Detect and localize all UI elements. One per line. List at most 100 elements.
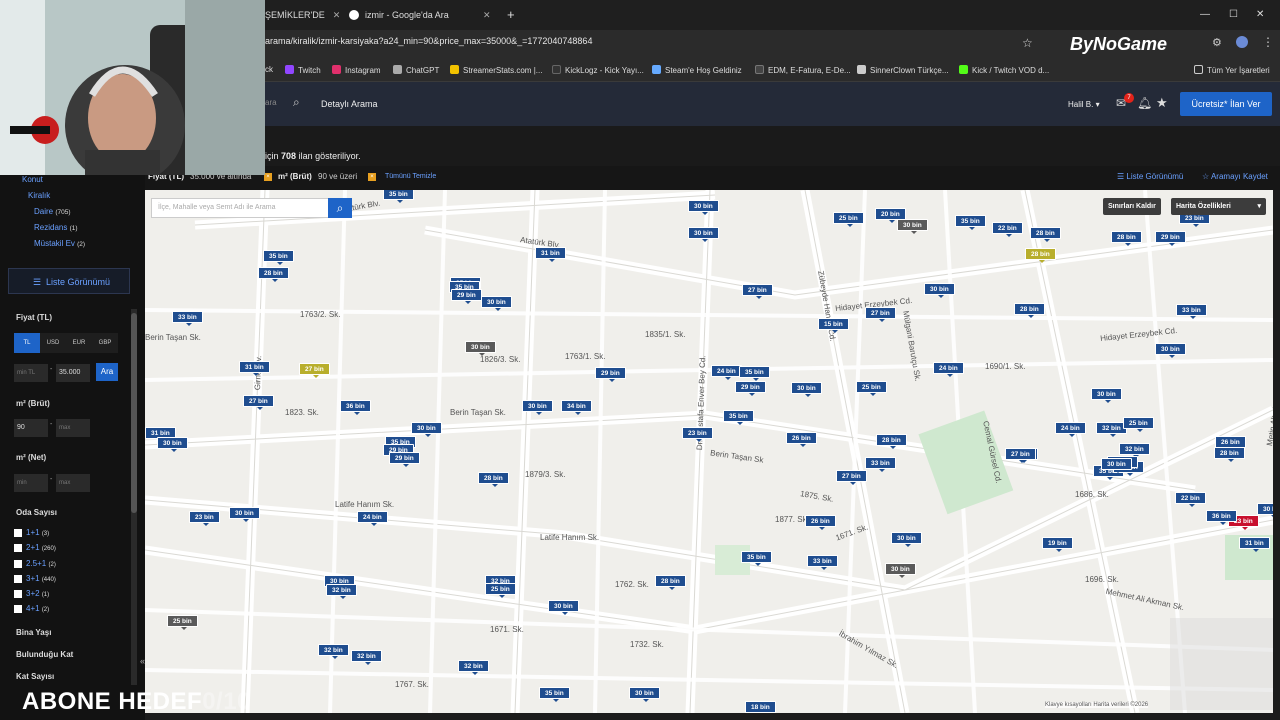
close-icon[interactable]: ✕: [333, 10, 341, 20]
listing-price-pin[interactable]: 34 bin: [561, 400, 592, 415]
listing-price-pin[interactable]: 25 bin: [485, 583, 516, 598]
floor-count-section[interactable]: Kat Sayısı: [16, 672, 54, 681]
listing-price-pin[interactable]: 30 bin: [411, 422, 442, 437]
listing-price-pin[interactable]: 29 bin: [1155, 231, 1186, 246]
bookmark-item[interactable]: Instagram: [332, 65, 381, 75]
category-konut[interactable]: Konut: [22, 175, 43, 184]
checkbox[interactable]: [14, 544, 22, 552]
listing-price-pin[interactable]: 28 bin: [1214, 447, 1245, 462]
listing-price-pin[interactable]: 35 bin: [741, 551, 772, 566]
extensions-icon[interactable]: ⚙: [1212, 36, 1222, 49]
listing-price-pin[interactable]: 32 bin: [326, 584, 357, 599]
checkbox[interactable]: [14, 605, 22, 613]
listing-price-pin[interactable]: 22 bin: [992, 222, 1023, 237]
listing-price-pin[interactable]: 24 bin: [357, 511, 388, 526]
listing-price-pin[interactable]: 29 bin: [451, 289, 482, 304]
search-icon[interactable]: ⌕: [293, 95, 300, 110]
currency-eur[interactable]: EUR: [66, 333, 92, 353]
listing-price-pin[interactable]: 18 bin: [745, 701, 776, 713]
listing-price-pin[interactable]: 32 bin: [1119, 443, 1150, 458]
currency-usd[interactable]: USD: [40, 333, 66, 353]
brut-min-input[interactable]: 90: [14, 419, 48, 437]
map-view[interactable]: Atatürk Blv. Atatürk Blv. Hidayet Erzeyb…: [145, 190, 1273, 713]
listing-price-pin[interactable]: 30 bin: [1091, 388, 1122, 403]
bell-icon[interactable]: 🔔︎: [1137, 96, 1152, 110]
listing-price-pin[interactable]: 35 bin: [263, 250, 294, 265]
listing-price-pin[interactable]: 29 bin: [389, 452, 420, 467]
new-tab-button[interactable]: +: [507, 4, 515, 26]
listing-price-pin[interactable]: 15 bin: [818, 318, 849, 333]
bookmark-star-icon[interactable]: ☆: [1022, 36, 1033, 50]
currency-tl[interactable]: TL: [14, 333, 40, 353]
close-icon[interactable]: ✕: [483, 4, 491, 26]
net-min-input[interactable]: min: [14, 474, 48, 492]
sidebar-list-view-button[interactable]: ☰ Liste Görünümü: [8, 268, 130, 294]
listing-price-pin[interactable]: 30 bin: [629, 687, 660, 702]
list-view-link[interactable]: ☰ Liste Görünümü: [1117, 172, 1183, 181]
building-age-section[interactable]: Bina Yaşı: [16, 628, 51, 637]
listing-price-pin[interactable]: 23 bin: [189, 511, 220, 526]
map-search-button[interactable]: ⌕: [328, 198, 352, 218]
listing-price-pin[interactable]: 27 bin: [836, 470, 867, 485]
listing-price-pin[interactable]: 26 bin: [786, 432, 817, 447]
bookmark-item[interactable]: Kick / Twitch VOD d...: [959, 65, 1049, 75]
remove-price-filter-icon[interactable]: ×: [264, 173, 272, 181]
listing-price-pin[interactable]: 30 bin: [885, 563, 916, 578]
listing-price-pin[interactable]: 31 bin: [535, 247, 566, 262]
checkbox[interactable]: [14, 575, 22, 583]
listing-price-pin[interactable]: 30 bin: [481, 296, 512, 311]
listing-price-pin[interactable]: 27 bin: [865, 307, 896, 322]
listing-price-pin[interactable]: 23 bin: [682, 427, 713, 442]
clear-all-filters-link[interactable]: Tümünü Temizle: [385, 173, 436, 180]
minimize-icon[interactable]: —: [1200, 4, 1210, 26]
listing-price-pin[interactable]: 25 bin: [856, 381, 887, 396]
map-search-box[interactable]: İlçe, Mahalle veya Semt Adı ile Arama ⌕: [151, 198, 352, 218]
site-search-input[interactable]: ara: [265, 98, 277, 107]
bookmark-item[interactable]: Steam'e Hoş Geldiniz: [652, 65, 742, 75]
bookmark-item[interactable]: KickLogz - Kick Yayı...: [552, 65, 644, 75]
listing-price-pin[interactable]: 33 bin: [807, 555, 838, 570]
listing-price-pin[interactable]: 31 bin: [239, 361, 270, 376]
listing-price-pin[interactable]: 27 bin: [299, 363, 330, 378]
checkbox[interactable]: [14, 529, 22, 537]
menu-icon[interactable]: ⋮: [1262, 35, 1274, 49]
listing-price-pin[interactable]: 36 bin: [1206, 510, 1237, 525]
listing-price-pin[interactable]: 36 bin: [340, 400, 371, 415]
listing-price-pin[interactable]: 30 bin: [229, 507, 260, 522]
price-max-input[interactable]: 35.000: [56, 364, 90, 382]
post-ad-button[interactable]: Ücretsiz* İlan Ver: [1180, 92, 1272, 116]
listing-price-pin[interactable]: 25 bin: [833, 212, 864, 227]
listing-price-pin[interactable]: 30 bin: [1155, 343, 1186, 358]
listing-price-pin[interactable]: 28 bin: [655, 575, 686, 590]
bookmark-item[interactable]: SinnerClown Türkçe...: [857, 65, 949, 75]
listing-price-pin[interactable]: 32 bin: [351, 650, 382, 665]
remove-area-filter-icon[interactable]: ×: [368, 173, 376, 181]
listing-price-pin[interactable]: 35 bin: [383, 190, 414, 203]
listing-price-pin[interactable]: 30 bin: [465, 341, 496, 356]
listing-price-pin[interactable]: 32 bin: [458, 660, 489, 675]
category-mustakil[interactable]: Müstakil Ev (2): [34, 239, 85, 248]
listing-price-pin[interactable]: 24 bin: [1055, 422, 1086, 437]
net-max-input[interactable]: max: [56, 474, 90, 492]
listing-price-pin[interactable]: 35 bin: [955, 215, 986, 230]
listing-price-pin[interactable]: 29 bin: [595, 367, 626, 382]
bookmark-item[interactable]: Twitch: [285, 65, 321, 75]
listing-price-pin[interactable]: 31 bin: [1239, 537, 1270, 552]
listing-price-pin[interactable]: 30 bin: [157, 437, 188, 452]
listing-price-pin[interactable]: 33 bin: [865, 457, 896, 472]
listing-price-pin[interactable]: 30 bin: [891, 532, 922, 547]
save-search-link[interactable]: ☆ Aramayı Kaydet: [1202, 172, 1268, 181]
profile-avatar[interactable]: [1236, 36, 1248, 48]
checkbox[interactable]: [14, 590, 22, 598]
listing-price-pin[interactable]: 30 bin: [548, 600, 579, 615]
window-close-icon[interactable]: ✕: [1256, 4, 1264, 26]
detailed-search-link[interactable]: Detaylı Arama: [321, 99, 378, 109]
listing-price-pin[interactable]: 28 bin: [1030, 227, 1061, 242]
listing-price-pin[interactable]: 32 bin: [318, 644, 349, 659]
listing-price-pin[interactable]: 30 bin: [1101, 458, 1132, 473]
listing-price-pin[interactable]: 30 bin: [897, 219, 928, 234]
bookmark-item[interactable]: StreamerStats.com |...: [450, 65, 542, 75]
listing-price-pin[interactable]: 25 bin: [167, 615, 198, 630]
listing-price-pin[interactable]: 33 bin: [1176, 304, 1207, 319]
listing-price-pin[interactable]: 35 bin: [739, 366, 770, 381]
